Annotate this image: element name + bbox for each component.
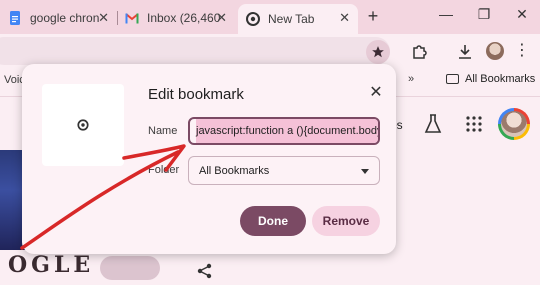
tab-title: google chron	[30, 11, 100, 25]
address-bar[interactable]	[0, 37, 390, 65]
profile-avatar-icon[interactable]	[486, 42, 504, 60]
name-input-value: javascript:function a (){document.body.i	[196, 119, 378, 143]
tab-title: New Tab	[268, 12, 315, 26]
remove-button[interactable]: Remove	[312, 206, 380, 236]
google-apps-grid-icon[interactable]	[466, 116, 482, 132]
tab-new-tab[interactable]: New Tab ✕	[238, 4, 358, 34]
chrome-icon	[246, 12, 260, 26]
close-window-icon[interactable]: ✕	[512, 6, 532, 23]
close-dialog-icon[interactable]: ✕	[366, 82, 386, 102]
minimize-icon[interactable]: —	[436, 6, 456, 22]
folder-select[interactable]: All Bookmarks	[188, 156, 380, 185]
google-account-avatar[interactable]	[498, 108, 530, 140]
all-bookmarks-label: All Bookmarks	[465, 73, 536, 85]
close-tab-icon[interactable]: ✕	[216, 10, 227, 26]
extensions-puzzle-icon[interactable]	[408, 42, 430, 62]
bookmark-name-input[interactable]: javascript:function a (){document.body.i	[188, 117, 380, 145]
chrome-icon	[77, 119, 89, 131]
all-bookmarks-button[interactable]: All Bookmarks	[446, 73, 535, 85]
tab-google-chrome[interactable]: google chron ✕	[0, 4, 117, 32]
new-tab-plus-icon[interactable]: +	[362, 6, 384, 27]
doodle-decoration	[100, 256, 160, 280]
kebab-menu-icon[interactable]: ⋮	[514, 40, 530, 60]
google-logo-text[interactable]: OGLE	[8, 252, 94, 278]
share-icon[interactable]	[196, 262, 214, 280]
name-label: Name	[148, 125, 178, 137]
folder-select-value: All Bookmarks	[199, 164, 270, 177]
google-docs-icon	[8, 11, 22, 25]
restore-icon[interactable]: ❐	[474, 6, 494, 23]
bookmark-preview	[42, 84, 124, 166]
labs-flask-icon[interactable]	[424, 114, 442, 134]
tab-inbox[interactable]: Inbox (26,460 ✕	[117, 4, 235, 32]
dialog-title: Edit bookmark	[148, 86, 244, 103]
download-icon[interactable]	[454, 42, 476, 62]
bookmarks-overflow-chevron-icon[interactable]: »	[408, 73, 414, 85]
close-tab-icon[interactable]: ✕	[98, 10, 109, 26]
gmail-icon	[125, 11, 139, 25]
tab-title: Inbox (26,460	[147, 11, 221, 25]
caret-down-icon	[361, 169, 369, 174]
bookmark-star-icon[interactable]	[366, 40, 390, 64]
done-button[interactable]: Done	[240, 206, 306, 236]
close-tab-icon[interactable]: ✕	[339, 10, 350, 26]
folder-label: Folder	[148, 164, 180, 176]
folder-icon	[446, 74, 459, 84]
edit-bookmark-dialog: Edit bookmark ✕ Name javascript:function…	[22, 64, 396, 254]
